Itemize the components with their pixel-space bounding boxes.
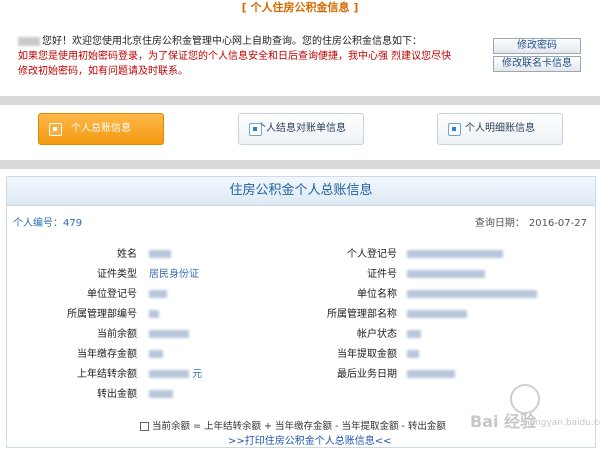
account-actions: 修改密码 修改联名卡信息 bbox=[493, 38, 581, 74]
document-icon bbox=[249, 123, 262, 136]
field-label: 上年结转余额 bbox=[77, 369, 137, 380]
field-value bbox=[407, 247, 503, 263]
redacted-value bbox=[149, 250, 171, 258]
tab-interest-statement[interactable]: 个人结息对账单信息 bbox=[238, 113, 364, 145]
field-row: 上年结转余额 元 bbox=[7, 367, 297, 383]
field-label: 姓名 bbox=[117, 249, 137, 260]
field-row: 证件类型 居民身份证 bbox=[7, 267, 297, 283]
field-value bbox=[149, 287, 167, 303]
field-label: 最后业务日期 bbox=[337, 369, 397, 380]
change-password-button[interactable]: 修改密码 bbox=[493, 38, 581, 54]
change-card-info-button[interactable]: 修改联名卡信息 bbox=[493, 56, 581, 72]
panel-title: 住房公积金个人总账信息 bbox=[7, 177, 595, 206]
tab-label: 个人总账信息 bbox=[71, 123, 131, 134]
redacted-value bbox=[149, 390, 173, 398]
field-value: 居民身份证 bbox=[149, 269, 199, 280]
redacted-value bbox=[149, 330, 189, 338]
field-value bbox=[407, 347, 419, 363]
tab-detail-ledger[interactable]: 个人明细账信息 bbox=[437, 113, 563, 145]
tab-general-ledger[interactable]: 个人总账信息 bbox=[38, 113, 164, 145]
redacted-value bbox=[407, 370, 455, 378]
print-ledger-link[interactable]: >>打印住房公积金个人总账信息<< bbox=[228, 432, 392, 447]
field-label: 当前余额 bbox=[97, 329, 137, 340]
field-row: 所属管理部名称 bbox=[267, 307, 587, 323]
divider bbox=[0, 96, 600, 105]
document-icon bbox=[49, 123, 62, 136]
field-row: 所属管理部编号 bbox=[7, 307, 297, 323]
field-value bbox=[407, 327, 421, 343]
tab-bar: 个人总账信息 个人结息对账单信息 个人明细账信息 bbox=[0, 105, 600, 157]
redacted-value bbox=[149, 370, 189, 378]
field-label: 当年提取金额 bbox=[337, 349, 397, 360]
user-name-redacted bbox=[18, 36, 40, 46]
redacted-value bbox=[407, 270, 485, 278]
field-label: 证件号 bbox=[367, 269, 397, 280]
page-header: [ 个人住房公积金信息 ] bbox=[0, 0, 600, 18]
page-title: [ 个人住房公积金信息 ] bbox=[241, 1, 359, 14]
field-value bbox=[149, 387, 173, 403]
field-value bbox=[407, 287, 537, 303]
field-row: 姓名 bbox=[7, 247, 297, 263]
query-date-label: 查询日期： bbox=[474, 218, 525, 229]
redacted-value bbox=[407, 350, 419, 358]
redacted-value bbox=[149, 350, 163, 358]
field-value bbox=[149, 347, 163, 363]
field-label: 所属管理部编号 bbox=[67, 309, 137, 320]
redacted-value bbox=[407, 290, 537, 298]
field-row: 最后业务日期 bbox=[267, 367, 587, 383]
field-label: 个人登记号 bbox=[347, 249, 397, 260]
field-label: 证件类型 bbox=[97, 269, 137, 280]
person-no-label: 个人编号： bbox=[13, 218, 63, 229]
field-row: 转出金额 bbox=[7, 387, 297, 403]
tab-label: 个人结息对账单信息 bbox=[256, 123, 346, 134]
field-label: 转出金额 bbox=[97, 389, 137, 400]
redacted-value bbox=[407, 330, 421, 338]
field-row: 证件号 bbox=[267, 267, 587, 283]
field-value bbox=[407, 307, 467, 323]
field-row: 当年提取金额 bbox=[267, 347, 587, 363]
field-value bbox=[149, 307, 159, 323]
field-label: 单位名称 bbox=[357, 289, 397, 300]
field-row: 个人登记号 bbox=[267, 247, 587, 263]
field-row: 帐户状态 bbox=[267, 327, 587, 343]
greeting-text: 您好！欢迎您使用北京住房公积金管理中心网上自助查询。您的住房公积金信息如下： bbox=[42, 36, 422, 47]
field-row: 单位名称 bbox=[267, 287, 587, 303]
field-label: 当年缴存金额 bbox=[77, 349, 137, 360]
query-date: 2016-07-27 bbox=[528, 218, 587, 229]
info-icon bbox=[140, 422, 149, 431]
tab-label: 个人明细账信息 bbox=[465, 123, 535, 134]
password-notice: 如果您是使用初始密码登录，为了保证您的个人信息安全和日后查询便捷，我中心强 烈建… bbox=[18, 51, 452, 77]
panel-meta: 个人编号：479 查询日期： 2016-07-27 bbox=[7, 214, 595, 232]
field-value bbox=[407, 267, 485, 283]
redacted-value bbox=[149, 290, 167, 298]
person-no: 479 bbox=[63, 218, 83, 229]
field-value bbox=[149, 247, 171, 263]
field-value bbox=[149, 327, 189, 343]
greeting-block: 您好！欢迎您使用北京住房公积金管理中心网上自助查询。您的住房公积金信息如下： 如… bbox=[18, 34, 458, 79]
field-row: 单位登记号 bbox=[7, 287, 297, 303]
field-label: 单位登记号 bbox=[87, 289, 137, 300]
baidu-watermark: Bai 经验 jingyan.baidu.com bbox=[470, 382, 600, 442]
document-icon bbox=[448, 123, 461, 136]
divider bbox=[0, 160, 600, 169]
redacted-value bbox=[149, 310, 159, 318]
redacted-value bbox=[407, 250, 503, 258]
field-label: 所属管理部名称 bbox=[327, 309, 397, 320]
field-row: 当前余额 bbox=[7, 327, 297, 343]
field-row: 当年缴存金额 bbox=[7, 347, 297, 363]
balance-formula: 当前余额 = 上年结转余额 + 当年缴存金额 - 当年提取金额 - 转出金额 bbox=[140, 418, 470, 432]
field-value: 元 bbox=[149, 367, 202, 383]
field-label: 帐户状态 bbox=[357, 329, 397, 340]
field-value bbox=[407, 367, 455, 383]
redacted-value bbox=[407, 310, 467, 318]
